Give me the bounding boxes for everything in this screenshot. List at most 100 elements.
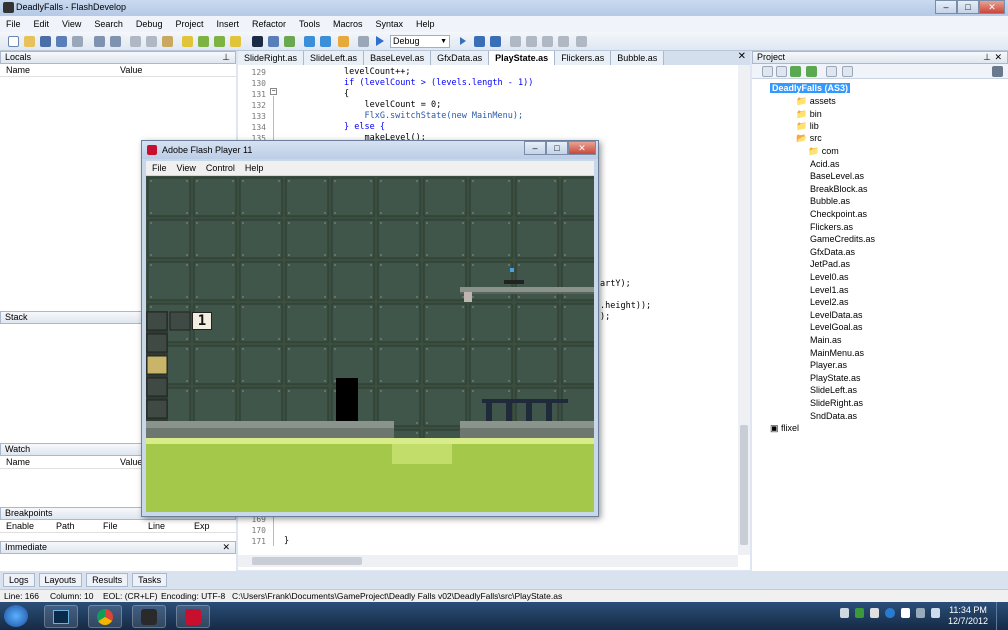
menu-macros[interactable]: Macros [333,19,363,29]
step-over-icon[interactable] [510,36,521,47]
menu-refactor[interactable]: Refactor [252,19,286,29]
menu-syntax[interactable]: Syntax [376,19,404,29]
debug-run-icon[interactable] [460,37,466,45]
pin-icon[interactable]: ⊥ [983,52,991,63]
tree-file[interactable]: SlideRight.as [810,398,863,408]
tab-results[interactable]: Results [86,573,129,587]
tree-file[interactable]: BreakBlock.as [810,184,868,194]
menu-debug[interactable]: Debug [136,19,163,29]
paste-icon[interactable] [162,36,173,47]
game-canvas[interactable]: 1 [146,176,594,512]
locals-col-value[interactable]: Value [120,64,142,77]
menu-view[interactable]: View [62,19,81,29]
build-icon[interactable] [338,36,349,47]
step-into-icon[interactable] [526,36,537,47]
command-prompt-icon[interactable] [252,36,263,47]
tree-folder-src[interactable]: 📂 src [796,133,822,144]
flash-menu-view[interactable]: View [177,161,196,175]
scrollbar-thumb[interactable] [252,557,362,565]
tab-tasks[interactable]: Tasks [132,573,168,587]
tree-folder-lib[interactable]: 📁 lib [796,121,819,132]
flash-close-button[interactable]: ✕ [568,141,596,155]
tab-bubble[interactable]: Bubble.as [611,51,665,65]
close-icon[interactable]: ✕ [994,52,1002,63]
flash-minimize-button[interactable]: – [524,141,546,155]
menu-edit[interactable]: Edit [34,19,50,29]
pin-icon[interactable]: ⊥ [222,52,230,63]
scrollbar-thumb[interactable] [740,425,748,545]
photoshop-taskbar-button[interactable] [44,605,78,628]
bp-col-path[interactable]: Path [56,520,75,533]
flash-player-taskbar-button[interactable] [176,605,210,628]
tree-file[interactable]: Player.as [810,360,847,370]
copy-icon[interactable] [146,36,157,47]
watch-col-value[interactable]: Value [120,456,142,469]
sync-icon[interactable] [790,66,801,77]
print-icon[interactable] [72,36,83,47]
tab-gfxdata[interactable]: GfxData.as [431,51,490,65]
menu-help[interactable]: Help [416,19,435,29]
start-button[interactable] [4,605,28,627]
tab-baselevel[interactable]: BaseLevel.as [364,51,432,65]
tray-icon[interactable] [900,608,910,618]
tab-logs[interactable]: Logs [3,573,35,587]
tools-icon[interactable] [284,36,295,47]
bp-col-enable[interactable]: Enable [6,520,34,533]
new-item-icon[interactable] [776,66,787,77]
tree-file[interactable]: Bubble.as [810,196,850,206]
editor-horizontal-scrollbar[interactable] [238,555,738,567]
chrome-taskbar-button[interactable] [88,605,122,628]
menu-insert[interactable]: Insert [216,19,239,29]
menu-project[interactable]: Project [175,19,203,29]
refresh-icon[interactable] [320,36,331,47]
tree-file[interactable]: Acid.as [810,159,840,169]
bookmark-next-icon[interactable] [214,36,225,47]
tree-folder-com[interactable]: 📁 com [796,146,839,157]
editor-vertical-scrollbar[interactable] [738,65,750,555]
tree-file[interactable]: Main.as [810,335,842,345]
tree-root[interactable]: DeadlyFalls (AS3) [770,83,851,93]
bp-col-exp[interactable]: Exp [194,520,210,533]
volume-icon[interactable] [930,608,940,618]
flash-player-window[interactable]: Adobe Flash Player 11 – □ ✕ File View Co… [141,140,599,517]
cut-icon[interactable] [130,36,141,47]
tree-file[interactable]: BaseLevel.as [810,171,864,181]
save-all-icon[interactable] [56,36,67,47]
menu-tools[interactable]: Tools [299,19,320,29]
tab-slideright[interactable]: SlideRight.as [238,51,305,65]
bookmark-clear-icon[interactable] [230,36,241,47]
new-file-icon[interactable] [8,36,19,47]
bp-col-line[interactable]: Line [148,520,165,533]
bookmark-prev-icon[interactable] [198,36,209,47]
properties-icon[interactable] [842,66,853,77]
fold-marker[interactable]: − [270,88,277,95]
tab-playstate[interactable]: PlayState.as [489,51,556,65]
refresh-icon[interactable] [806,66,817,77]
tree-file[interactable]: GfxData.as [810,247,855,257]
show-hidden-icon[interactable] [762,66,773,77]
panel-icon[interactable] [268,36,279,47]
tab-slideleft[interactable]: SlideLeft.as [304,51,365,65]
watch-col-name[interactable]: Name [6,456,30,469]
settings-icon[interactable] [992,66,1003,77]
tab-layouts[interactable]: Layouts [38,573,83,587]
test-movie-icon[interactable] [376,36,384,46]
close-button[interactable]: ✕ [979,0,1005,14]
undo-icon[interactable] [94,36,105,47]
close-tab-icon[interactable]: ✕ [738,51,750,65]
step-out-icon[interactable] [542,36,553,47]
flashdevelop-taskbar-button[interactable] [132,605,166,628]
tree-file[interactable]: MainMenu.as [810,348,864,358]
tray-icon[interactable] [840,608,850,618]
tab-flickers[interactable]: Flickers.as [555,51,612,65]
tree-file[interactable]: PlayState.as [810,373,861,383]
minimize-button[interactable]: – [935,0,957,14]
tree-file[interactable]: SndData.as [810,411,857,421]
tray-icon[interactable] [885,608,895,618]
tree-file[interactable]: Flickers.as [810,222,853,232]
tree-library-flixel[interactable]: ▣ flixel [770,423,799,434]
tree-file[interactable]: Checkpoint.as [810,209,867,219]
flash-menu-help[interactable]: Help [245,161,264,175]
network-icon[interactable] [915,608,925,618]
tree-file[interactable]: Level0.as [810,272,849,282]
